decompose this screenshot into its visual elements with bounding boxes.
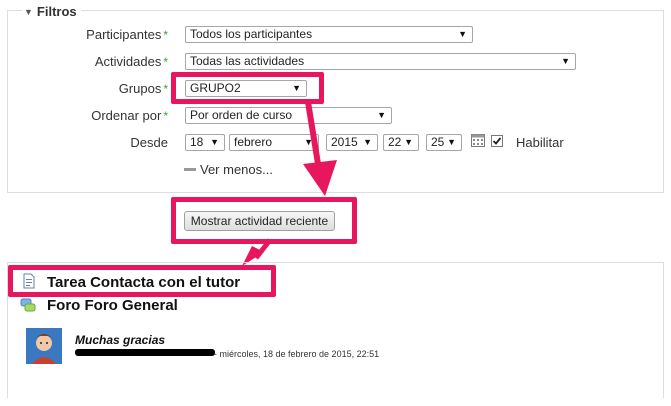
post-subject[interactable]: Muchas gracias (75, 333, 165, 347)
minute-select[interactable]: 25 ▼ (426, 134, 462, 151)
dash-icon (184, 168, 196, 171)
since-label: Desde (130, 135, 168, 150)
chevron-down-icon: ▼ (447, 137, 456, 147)
avatar[interactable] (26, 328, 62, 364)
forum-icon (20, 298, 36, 312)
chevron-down-icon: ▼ (377, 110, 386, 120)
enable-checkbox[interactable] (491, 135, 503, 147)
activities-select[interactable]: Todas las actividades ▼ (185, 53, 576, 70)
task-highlight-box (8, 265, 276, 297)
filters-title: Filtros (36, 4, 77, 19)
required-marker: * (163, 55, 168, 69)
participants-select[interactable]: Todos los participantes ▼ (185, 26, 473, 43)
required-marker: * (163, 109, 168, 123)
groups-label: Grupos * (118, 81, 168, 96)
forum-title[interactable]: Foro Foro General (47, 297, 178, 314)
hour-select[interactable]: 22 ▼ (383, 134, 419, 151)
filters-legend[interactable]: ▼ Filtros (22, 4, 81, 19)
post-meta: - miércoles, 18 de febrero de 2015, 22:5… (214, 349, 380, 359)
order-label: Ordenar por * (91, 108, 168, 123)
calendar-icon[interactable] (471, 133, 485, 147)
enable-label: Habilitar (516, 135, 564, 150)
chevron-down-icon: ▼ (561, 56, 570, 66)
show-less-link[interactable]: Ver menos... (184, 162, 273, 177)
submit-highlight-box (171, 197, 357, 244)
participants-label: Participantes * (86, 27, 168, 42)
arrow-icon (303, 101, 337, 196)
chevron-down-icon: ▼ (363, 137, 372, 147)
day-select[interactable]: 18 ▼ (185, 134, 225, 151)
collapse-triangle-icon[interactable]: ▼ (24, 7, 33, 17)
activities-label: Actividades * (94, 54, 168, 69)
chevron-down-icon: ▼ (404, 137, 413, 147)
required-marker: * (163, 82, 168, 96)
chevron-down-icon: ▼ (210, 137, 219, 147)
redacted-author (75, 349, 215, 356)
chevron-down-icon: ▼ (458, 29, 467, 39)
required-marker: * (163, 28, 168, 42)
